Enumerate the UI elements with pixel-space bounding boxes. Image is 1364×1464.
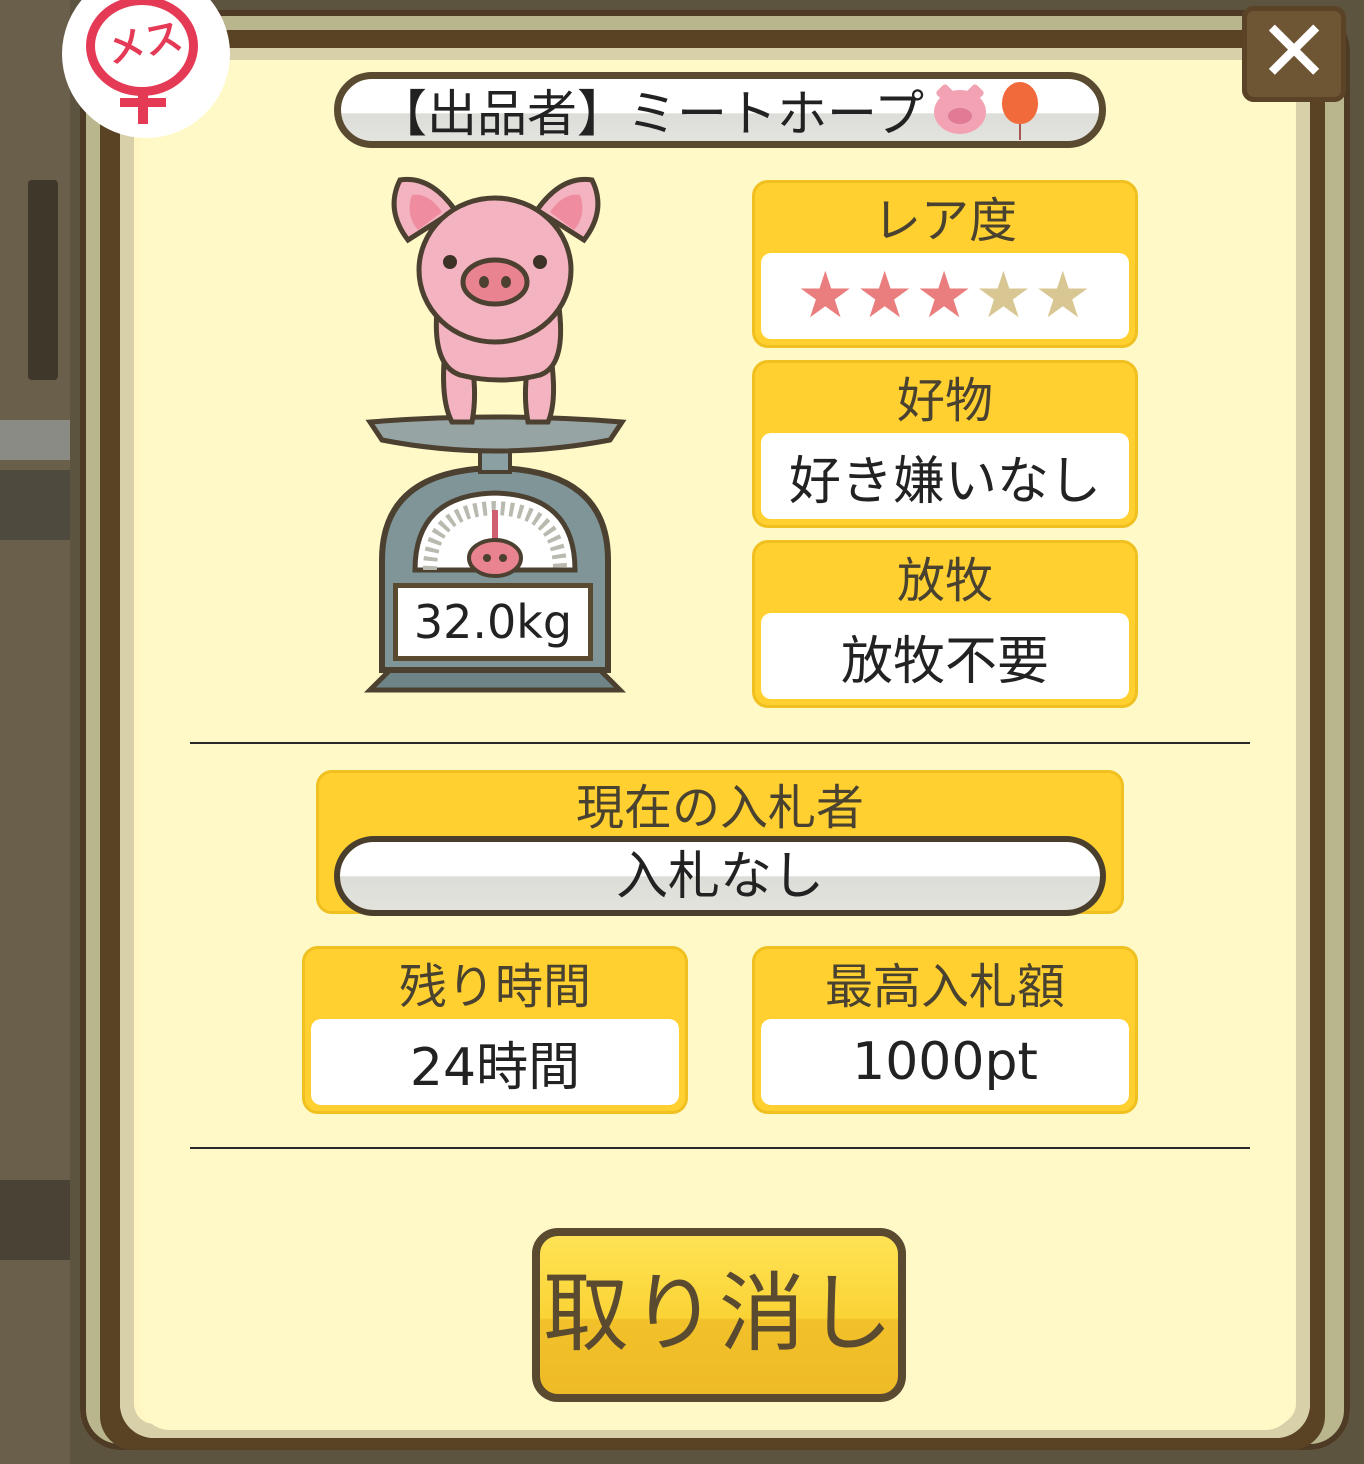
balloon-icon: [1000, 80, 1040, 140]
weight-value: 32.0kg: [413, 595, 573, 649]
rarity-label: レア度: [872, 193, 1017, 249]
favorite-food-label: 好物: [896, 373, 993, 429]
cancel-button[interactable]: 取り消し: [532, 1228, 906, 1402]
rarity-stars: ★★★★★: [761, 253, 1129, 339]
current-bidder-label: 現在の入札者: [575, 780, 864, 836]
background-left-strip: [0, 0, 70, 1464]
grazing-label: 放牧: [896, 553, 993, 609]
favorite-food-value: 好き嫌いなし: [761, 433, 1129, 519]
current-bidder-value-pill: 入札なし: [334, 836, 1106, 916]
weight-display: 32.0kg: [393, 583, 593, 661]
close-button[interactable]: ✕: [1242, 6, 1346, 102]
background-rail: [0, 420, 70, 460]
pig-face-icon: [932, 83, 988, 134]
cancel-button-label: 取り消し: [543, 1264, 895, 1364]
seller-name-pill: 【出品者】ミートホープ: [334, 72, 1106, 148]
female-symbol-bar: [120, 98, 166, 107]
favorite-food-card: 好物 好き嫌いなし: [752, 360, 1138, 528]
seller-name: 【出品者】ミートホープ: [377, 85, 924, 143]
rarity-card: レア度 ★★★★★: [752, 180, 1138, 348]
time-left-label: 残り時間: [398, 959, 591, 1015]
background-shelf: [28, 180, 58, 380]
background-fence: [0, 470, 70, 540]
background-floor: [0, 1180, 70, 1260]
female-symbol-stem: [138, 90, 148, 124]
divider-top: [190, 742, 1250, 744]
highest-bid-label: 最高入札額: [824, 959, 1065, 1015]
current-bidder-value: 入札なし: [615, 847, 824, 907]
time-left-value: 24時間: [311, 1019, 679, 1105]
rarity-stars-filled: ★★★: [796, 259, 975, 333]
highest-bid-card: 最高入札額 1000pt: [752, 946, 1138, 1114]
time-left-card: 残り時間 24時間: [302, 946, 688, 1114]
divider-bottom: [190, 1147, 1250, 1149]
close-icon: ✕: [1257, 2, 1331, 102]
grazing-card: 放牧 放牧不要: [752, 540, 1138, 708]
highest-bid-value: 1000pt: [761, 1019, 1129, 1105]
grazing-value: 放牧不要: [761, 613, 1129, 699]
rarity-stars-empty: ★★: [974, 259, 1094, 333]
